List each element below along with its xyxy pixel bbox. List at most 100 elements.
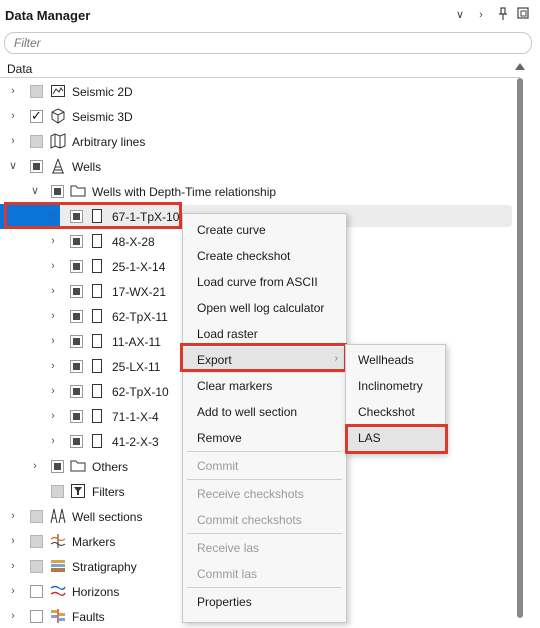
tree-item-label: Stratigraphy <box>72 560 137 574</box>
expand-icon[interactable]: › <box>48 385 58 397</box>
expand-icon[interactable]: › <box>48 310 58 322</box>
tree-item-label: Well sections <box>72 510 143 524</box>
tree-item-label: 41-2-X-3 <box>112 435 159 449</box>
collapse-icon[interactable]: ∨ <box>8 160 18 172</box>
document-icon <box>91 283 107 299</box>
menu-item-receive-checkshots[interactable]: Receive checkshots <box>183 481 346 507</box>
chevron-right-icon[interactable]: › <box>473 7 489 23</box>
tree-item-arbitrary-lines[interactable]: › Arbitrary lines <box>0 129 512 154</box>
checkbox[interactable] <box>30 535 43 548</box>
menu-item-commit-las[interactable]: Commit las <box>183 561 346 587</box>
menu-item-properties[interactable]: Properties <box>183 589 346 615</box>
tree-item-wells[interactable]: ∨ Wells <box>0 154 512 179</box>
checkbox[interactable] <box>70 360 83 373</box>
tree-item-label: 25-LX-11 <box>112 360 161 374</box>
checkbox[interactable] <box>70 385 83 398</box>
tree-item-label: 11-AX-11 <box>112 335 161 349</box>
menu-separator <box>187 451 342 452</box>
expand-icon[interactable]: › <box>8 85 18 97</box>
checkbox[interactable] <box>30 510 43 523</box>
menu-item-open-well-log-calculator[interactable]: Open well log calculator <box>183 295 346 321</box>
tree-item-label: Wells <box>72 160 102 174</box>
tree-item-label: Seismic 2D <box>72 85 133 99</box>
vertical-scrollbar[interactable] <box>512 60 529 628</box>
column-header[interactable]: Data <box>0 60 520 78</box>
float-window-icon[interactable] <box>515 7 531 23</box>
document-icon <box>91 258 107 274</box>
menu-item-inclinometry[interactable]: Inclinometry <box>346 373 445 399</box>
scroll-thumb[interactable] <box>517 78 523 618</box>
checkbox[interactable] <box>30 108 43 124</box>
menu-item-load-curve-ascii[interactable]: Load curve from ASCII <box>183 269 346 295</box>
tree-item-label: Wells with Depth-Time relationship <box>92 185 277 199</box>
menu-item-create-curve[interactable]: Create curve <box>183 217 346 243</box>
menu-item-checkshot[interactable]: Checkshot <box>346 399 445 425</box>
expand-icon[interactable]: › <box>8 585 18 597</box>
checkbox[interactable] <box>30 85 43 98</box>
menu-item-receive-las[interactable]: Receive las <box>183 535 346 561</box>
expand-icon[interactable]: › <box>48 360 58 372</box>
menu-item-clear-markers[interactable]: Clear markers <box>183 373 346 399</box>
document-icon <box>91 358 107 374</box>
checkbox[interactable] <box>70 285 83 298</box>
checkbox[interactable] <box>70 235 83 248</box>
horizons-icon <box>50 583 66 599</box>
menu-item-commit-checkshots[interactable]: Commit checkshots <box>183 507 346 533</box>
stratigraphy-icon <box>50 558 66 574</box>
expand-icon[interactable]: › <box>8 560 18 572</box>
tree-item-label: Seismic 3D <box>72 110 133 124</box>
expand-icon[interactable]: › <box>48 285 58 297</box>
tree-item-label: 48-X-28 <box>112 235 155 249</box>
checkbox[interactable] <box>70 410 83 423</box>
checkbox[interactable] <box>51 185 64 198</box>
checkbox[interactable] <box>30 585 43 598</box>
expand-icon[interactable]: › <box>8 535 18 547</box>
document-icon <box>91 333 107 349</box>
tree-item-label: 25-1-X-14 <box>112 260 166 274</box>
expand-icon[interactable]: › <box>48 260 58 272</box>
filter-icon <box>70 483 86 499</box>
tree-item-label: Arbitrary lines <box>72 135 146 149</box>
checkbox[interactable] <box>51 460 64 473</box>
context-menu: Create curve Create checkshot Load curve… <box>182 213 347 623</box>
checkbox[interactable] <box>70 260 83 273</box>
expand-icon[interactable]: › <box>48 410 58 422</box>
menu-item-commit[interactable]: Commit <box>183 453 346 479</box>
expand-icon[interactable]: › <box>8 610 18 622</box>
checkbox[interactable] <box>30 135 43 148</box>
checkbox[interactable] <box>30 610 43 623</box>
document-icon <box>91 308 107 324</box>
checkbox[interactable] <box>70 335 83 348</box>
checkbox[interactable] <box>51 485 64 498</box>
folder-icon <box>70 183 86 199</box>
checkbox[interactable] <box>70 310 83 323</box>
scroll-up-arrow-icon[interactable] <box>515 63 525 70</box>
checkbox[interactable] <box>30 160 43 173</box>
filter-input[interactable] <box>5 33 531 53</box>
tree-item-seismic-2d[interactable]: › Seismic 2D <box>0 79 512 104</box>
tree-item-seismic-3d[interactable]: › Seismic 3D <box>0 104 512 129</box>
pin-icon[interactable] <box>495 7 511 23</box>
expand-icon[interactable]: › <box>8 510 18 522</box>
tree-item-label: Filters <box>92 485 125 499</box>
panel-title: Data Manager <box>5 8 91 23</box>
menu-item-wellheads[interactable]: Wellheads <box>346 347 445 373</box>
expand-icon[interactable]: › <box>30 460 40 472</box>
folder-icon <box>70 458 86 474</box>
tree-item-label: 62-TpX-10 <box>112 385 169 399</box>
tree-item-wells-depth-time[interactable]: ∨ Wells with Depth-Time relationship <box>0 179 512 204</box>
expand-icon[interactable]: › <box>8 135 18 147</box>
collapse-icon[interactable]: ∨ <box>30 185 40 197</box>
checkbox[interactable] <box>30 560 43 573</box>
checkbox[interactable] <box>70 435 83 448</box>
menu-item-remove[interactable]: Remove <box>183 425 346 451</box>
menu-item-add-to-well-section[interactable]: Add to well section <box>183 399 346 425</box>
expand-icon[interactable]: › <box>48 335 58 347</box>
expand-icon[interactable]: › <box>8 110 18 122</box>
chevron-down-icon[interactable]: ∨ <box>452 7 468 23</box>
menu-item-create-checkshot[interactable]: Create checkshot <box>183 243 346 269</box>
expand-icon[interactable]: › <box>48 435 58 447</box>
markers-icon <box>50 533 66 549</box>
tree-item-label: 62-TpX-11 <box>112 310 168 324</box>
expand-icon[interactable]: › <box>48 235 58 247</box>
